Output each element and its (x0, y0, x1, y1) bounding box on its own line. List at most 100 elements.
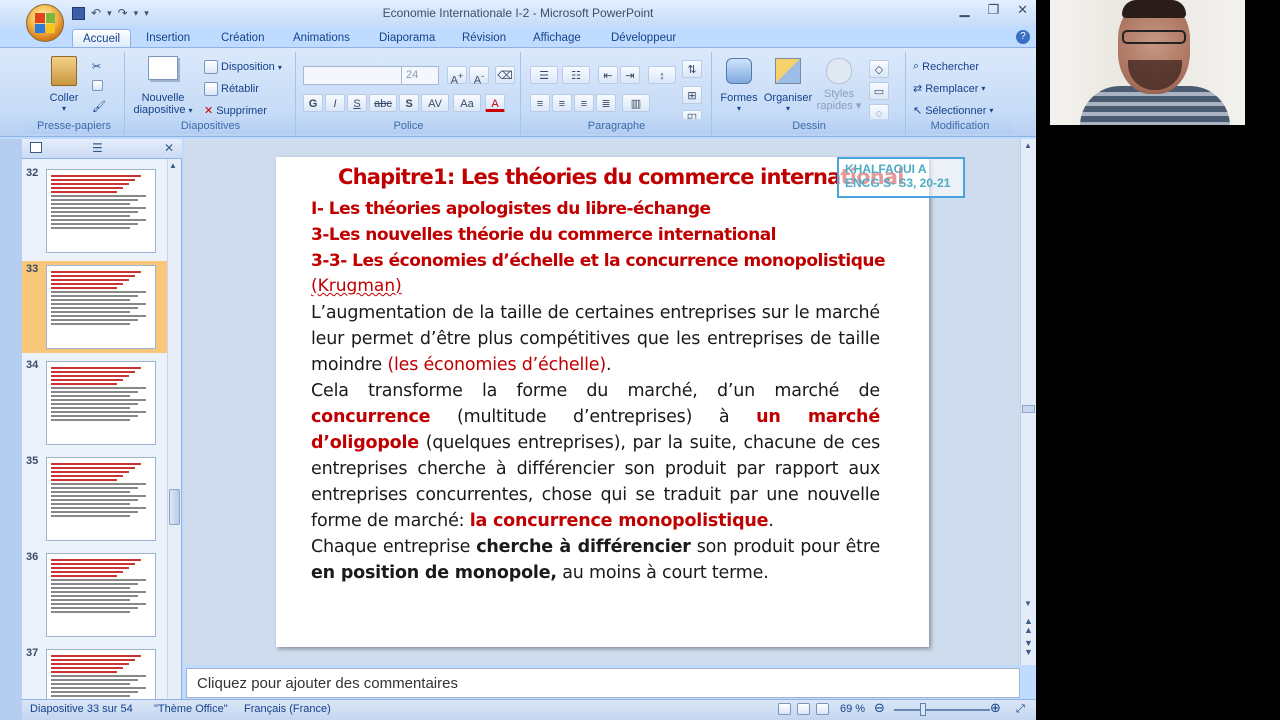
increase-indent-icon[interactable]: ⇥ (620, 66, 640, 84)
slide-paragraph-2[interactable]: Cela transforme la forme du marché, d’un… (311, 378, 880, 534)
slide-krugman[interactable]: (Krugman) (311, 276, 402, 296)
align-center-icon[interactable]: ≡ (552, 94, 572, 112)
presenter-hair (1122, 0, 1186, 18)
shape-outline-icon[interactable]: ▭ (869, 82, 889, 100)
slide-heading-3[interactable]: 3-3- Les économies d’échelle et la concu… (311, 251, 886, 271)
language[interactable]: Français (France) (244, 703, 331, 715)
scroll-up-icon[interactable]: ▲ (169, 161, 177, 170)
sorter-view-icon[interactable] (797, 703, 810, 715)
cut-icon[interactable]: ✂ (92, 60, 101, 73)
change-case-button[interactable]: Aa (453, 94, 481, 112)
scroll-up-icon[interactable]: ▲ (1024, 141, 1032, 150)
shadow-button[interactable]: S (399, 94, 419, 112)
slide-title[interactable]: Chapitre1: Les théories du commerce inte… (338, 165, 904, 189)
justify-icon[interactable]: ≣ (596, 94, 616, 112)
font-color-button[interactable]: A (485, 94, 505, 112)
panel-scroll-thumb[interactable] (169, 489, 180, 525)
paste-icon (51, 56, 77, 86)
zoom-level[interactable]: 69 % (840, 703, 865, 715)
align-right-icon[interactable]: ≡ (574, 94, 594, 112)
panel-scrollbar[interactable]: ▲ (167, 159, 181, 699)
minimize-button[interactable]: ▁ (959, 2, 969, 18)
clear-format-icon[interactable]: ⌫ (495, 66, 515, 84)
italic-button[interactable]: I (325, 94, 345, 112)
font-size-field[interactable]: 24 (401, 66, 439, 85)
strikethrough-button[interactable]: abc (369, 94, 397, 112)
scroll-down-icon[interactable]: ▼ (1024, 599, 1032, 608)
copy-icon[interactable] (92, 80, 103, 91)
align-text-icon[interactable]: ⊞ (682, 86, 702, 104)
replace-button[interactable]: ⇄ Remplacer ▾ (913, 82, 985, 96)
previous-slide-icon[interactable]: ▲ ▲ (1024, 617, 1033, 635)
quick-styles-button[interactable]: Styles rapides ▾ (815, 58, 863, 112)
new-slide-icon (148, 56, 178, 80)
tab-animations[interactable]: Animations (283, 29, 360, 48)
slide-paragraph-3[interactable]: Chaque entreprise cherche à différencier… (311, 534, 880, 586)
slide-thumbnail[interactable]: 34 (22, 357, 168, 449)
grow-font-icon[interactable]: A+ (447, 66, 467, 87)
shape-fill-icon[interactable]: ◇ (869, 60, 889, 78)
columns-icon[interactable]: ▥ (622, 94, 650, 112)
zoom-out-icon[interactable]: ⊖ (874, 700, 885, 716)
close-button[interactable]: ✕ (1017, 2, 1028, 18)
slide-thumbnail[interactable]: 36 (22, 549, 168, 641)
numbering-icon[interactable]: ☷ (562, 66, 590, 84)
office-button[interactable] (26, 4, 64, 42)
notes-pane[interactable]: Cliquez pour ajouter des commentaires (186, 668, 1020, 698)
normal-view-icon[interactable] (778, 703, 791, 715)
tab-developpeur[interactable]: Développeur (601, 29, 686, 48)
align-left-icon[interactable]: ≡ (530, 94, 550, 112)
outline-tab-icon[interactable]: ☰ (92, 141, 103, 155)
group-paragraph: ☰ ☷ ⇤ ⇥ ↕ ⇅ ≡ ≡ ≡ ≣ ▥ ⊞ ◰ Paragraphe (522, 52, 712, 136)
zoom-in-icon[interactable]: ⊕ (990, 700, 1001, 716)
bold-button[interactable]: G (303, 94, 323, 112)
editor-scrollbar[interactable]: ▲ ▼ ▲ ▲ ▼ ▼ (1020, 139, 1036, 665)
tab-creation[interactable]: Création (211, 29, 274, 48)
theme-name[interactable]: "Thème Office" (154, 703, 228, 715)
next-slide-icon[interactable]: ▼ ▼ (1024, 639, 1033, 657)
slideshow-view-icon[interactable] (816, 703, 829, 715)
shapes-button[interactable]: Formes ▾ (719, 58, 759, 113)
slides-tab-icon[interactable] (30, 142, 42, 153)
tab-accueil[interactable]: Accueil (72, 29, 132, 48)
bullets-icon[interactable]: ☰ (530, 66, 558, 84)
decrease-indent-icon[interactable]: ⇤ (598, 66, 618, 84)
paste-button[interactable]: Coller ▾ (36, 56, 92, 113)
tab-revision[interactable]: Révision (452, 29, 516, 48)
slide-heading-1[interactable]: I- Les théories apologistes du libre-éch… (311, 199, 711, 219)
tab-affichage[interactable]: Affichage (523, 29, 591, 48)
arrange-button[interactable]: Organiser ▾ (761, 58, 815, 113)
close-panel-icon[interactable]: ✕ (164, 141, 174, 155)
editor-scroll-thumb[interactable] (1022, 405, 1035, 413)
layout-button[interactable]: Disposition ▾ (204, 60, 282, 74)
slide-number: 33 (26, 263, 39, 275)
slide-canvas[interactable]: Chapitre1: Les théories du commerce inte… (276, 157, 929, 647)
slide-thumbnail[interactable]: 33 (22, 261, 168, 353)
slide-paragraph-1[interactable]: L’augmentation de la taille de certaines… (311, 300, 880, 378)
zoom-slider[interactable] (894, 709, 990, 711)
slide-thumbnail[interactable]: 35 (22, 453, 168, 545)
arrange-icon (775, 58, 801, 84)
ribbon-tabs: Accueil Insertion Création Animations Di… (0, 26, 1036, 48)
reset-button[interactable]: Rétablir (204, 82, 259, 96)
delete-slide-button[interactable]: ✕ Supprimer (204, 104, 267, 118)
shrink-font-icon[interactable]: A- (469, 66, 489, 87)
slide-thumbnail[interactable]: 32 (22, 165, 168, 257)
char-spacing-button[interactable]: AV (421, 94, 449, 112)
text-direction-icon[interactable]: ⇅ (682, 60, 702, 78)
tab-diaporama[interactable]: Diaporama (369, 29, 445, 48)
zoom-slider-thumb[interactable] (920, 703, 926, 716)
font-name-field[interactable] (303, 66, 403, 85)
maximize-button[interactable]: ❐ (987, 2, 999, 18)
underline-button[interactable]: S (347, 94, 367, 112)
tab-insertion[interactable]: Insertion (136, 29, 200, 48)
fit-to-window-icon[interactable]: ⤢ (1016, 703, 1025, 716)
select-button[interactable]: ↖ Sélectionner ▾ (913, 104, 993, 118)
slide-heading-2[interactable]: 3-Les nouvelles théorie du commerce inte… (311, 225, 777, 245)
author-label[interactable]: KHALFAOUI A ENCG S- S3, 20-21 (837, 157, 965, 198)
line-spacing-icon[interactable]: ↕ (648, 66, 676, 84)
new-slide-button[interactable]: Nouvelle diapositive ▾ (132, 56, 194, 117)
format-painter-icon[interactable]: 🖌 (92, 100, 106, 113)
help-icon[interactable]: ? (1016, 30, 1030, 44)
find-button[interactable]: ⌕ Rechercher (913, 60, 979, 73)
